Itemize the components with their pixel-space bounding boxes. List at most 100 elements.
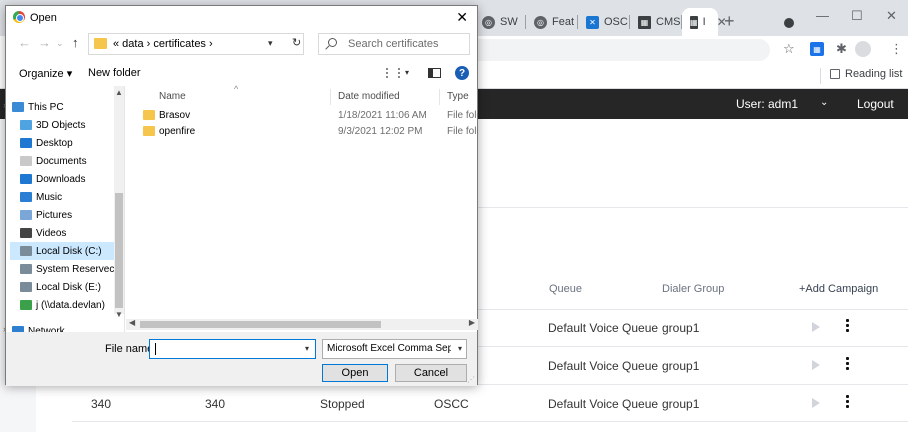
open-button[interactable]: Open — [322, 364, 388, 382]
preview-pane-icon[interactable] — [428, 68, 441, 78]
profile-icon[interactable] — [855, 41, 871, 57]
close-icon[interactable]: ✕ — [456, 9, 468, 26]
chevron-down-icon[interactable]: ⌄ — [820, 97, 828, 108]
status-cell: Stopped — [320, 397, 365, 411]
address-bar[interactable] — [470, 39, 770, 61]
nav-item-desktop[interactable]: Desktop — [10, 134, 116, 152]
tab-cms[interactable]: ▦ CMS — [630, 8, 682, 36]
resize-grip-icon[interactable]: ⋰ — [467, 375, 475, 384]
column-divider[interactable] — [330, 89, 331, 105]
chevron-down-icon[interactable]: ▾ — [268, 38, 273, 49]
chevron-down-icon[interactable]: ▾ — [405, 68, 409, 77]
queue-cell: Default Voice Queue — [548, 359, 659, 373]
chevron-down-icon: ▾ — [457, 344, 462, 353]
column-header-date[interactable]: Date modified — [338, 91, 400, 102]
nav-item-j-data-devlan[interactable]: j (\\data.devlan) — [10, 296, 116, 314]
nav-item-label: 3D Objects — [36, 119, 86, 131]
scroll-right-icon[interactable]: ▶ — [469, 318, 475, 327]
add-campaign-button[interactable]: +Add Campaign — [799, 283, 878, 295]
row-menu-icon[interactable] — [846, 357, 850, 370]
nav-item-videos[interactable]: Videos — [10, 224, 116, 242]
help-icon[interactable]: ? — [455, 66, 469, 80]
file-name-input[interactable]: ▾ — [149, 339, 316, 359]
cancel-button[interactable]: Cancel — [395, 364, 467, 382]
search-input[interactable]: Search certificates — [318, 33, 470, 55]
expand-chevron-icon[interactable]: › — [3, 100, 6, 110]
tab-label: OSC — [604, 16, 628, 28]
local-disk-e-icon — [20, 282, 32, 292]
forward-arrow-icon[interactable]: → — [38, 36, 51, 49]
nav-item-label: Downloads — [36, 173, 86, 185]
search-placeholder: Search certificates — [348, 38, 439, 50]
nav-item-label: Pictures — [36, 209, 73, 221]
nav-item-system-reservec[interactable]: System Reservec — [10, 260, 116, 278]
new-folder-button[interactable]: New folder — [88, 67, 141, 79]
play-icon[interactable] — [812, 398, 820, 408]
minimize-icon[interactable]: — — [816, 8, 829, 23]
nav-item-this-pc[interactable]: This PC — [10, 98, 116, 116]
nav-item-pictures[interactable]: Pictures — [10, 206, 116, 224]
nav-item-music[interactable]: Music — [10, 188, 116, 206]
star-icon[interactable]: ☆ — [783, 42, 795, 55]
refresh-icon[interactable]: ↻ — [292, 36, 301, 49]
row-menu-icon[interactable] — [846, 395, 850, 408]
globe-icon: ◎ — [482, 15, 495, 29]
tab-sw[interactable]: ◎ SW — [474, 8, 526, 36]
music-icon — [20, 192, 32, 202]
file-row-openfire[interactable]: openfire 9/3/2021 12:02 PM File folder — [126, 124, 478, 140]
campaign-id-cell: 340 — [91, 397, 112, 411]
tab-feat[interactable]: ◎ Feat — [526, 8, 578, 36]
chevron-down-icon[interactable]: ▾ — [305, 344, 309, 353]
file-list-scrollbar[interactable]: ◀ ▶ — [126, 318, 478, 330]
nav-item-local-disk-c[interactable]: Local Disk (C:) — [10, 242, 116, 260]
pictures-icon — [20, 210, 32, 220]
row-menu-icon[interactable] — [846, 319, 850, 332]
back-arrow-icon[interactable]: ← — [18, 36, 31, 49]
logout-link[interactable]: Logout — [857, 97, 894, 111]
qr-icon: ▦ — [638, 15, 651, 29]
extension-icon[interactable]: ▦ — [810, 42, 824, 56]
play-icon[interactable] — [812, 360, 820, 370]
up-arrow-icon[interactable]: ↑ — [72, 36, 79, 49]
scroll-left-icon[interactable]: ◀ — [129, 318, 135, 327]
nav-item-label: j (\\data.devlan) — [36, 299, 105, 311]
chrome-icon — [13, 11, 25, 23]
file-row-brasov[interactable]: Brasov 1/18/2021 11:06 AM File folder — [126, 108, 478, 124]
reading-list-button[interactable]: Reading list — [830, 68, 902, 80]
reading-list-label: Reading list — [845, 68, 903, 80]
window-close-icon[interactable]: ✕ — [886, 8, 897, 24]
scroll-thumb[interactable] — [140, 321, 381, 328]
scroll-up-icon[interactable]: ▲ — [115, 88, 123, 97]
puzzle-icon[interactable]: ✱ — [836, 42, 847, 55]
scroll-thumb[interactable] — [115, 193, 123, 308]
tab-active[interactable]: ▦ I ✕ — [682, 8, 727, 36]
nav-item-downloads[interactable]: Downloads — [10, 170, 116, 188]
folder-icon — [143, 110, 155, 120]
videos-icon — [20, 228, 32, 238]
divider — [478, 207, 908, 208]
maximize-icon[interactable]: ☐ — [851, 8, 863, 24]
dialog-navigation: ← → ⌄ ↑ « data › certificates › Search c… — [6, 31, 477, 57]
search-icon — [328, 38, 337, 47]
scroll-down-icon[interactable]: ▼ — [115, 310, 123, 319]
profile-dot-icon[interactable] — [784, 18, 794, 28]
chevron-down-icon[interactable]: ⌄ — [56, 39, 64, 48]
tab-osc[interactable]: ✕ OSC — [578, 8, 630, 36]
globe-icon: ◎ — [534, 15, 547, 29]
nav-scrollbar[interactable]: ▲ ▼ — [114, 86, 124, 319]
path-text: « data › certificates › — [113, 38, 213, 50]
file-type-select[interactable]: Microsoft Excel Comma Separated ▾ — [322, 339, 467, 359]
play-icon[interactable] — [812, 322, 820, 332]
column-divider[interactable] — [439, 89, 440, 105]
tab-label: Feat — [552, 16, 575, 28]
column-header-type[interactable]: Type — [447, 91, 469, 102]
organize-button[interactable]: Organize ▾ — [19, 67, 72, 80]
dialog-title-bar[interactable]: Open ✕ — [6, 6, 477, 30]
kebab-icon[interactable]: ⋮ — [890, 42, 903, 55]
nav-item-documents[interactable]: Documents — [10, 152, 116, 170]
nav-item-3d-objects[interactable]: 3D Objects — [10, 116, 116, 134]
column-header-name[interactable]: Name — [159, 91, 186, 102]
new-tab-icon[interactable]: + — [724, 12, 735, 30]
nav-item-local-disk-e[interactable]: Local Disk (E:) — [10, 278, 116, 296]
view-options-icon[interactable] — [386, 68, 400, 78]
